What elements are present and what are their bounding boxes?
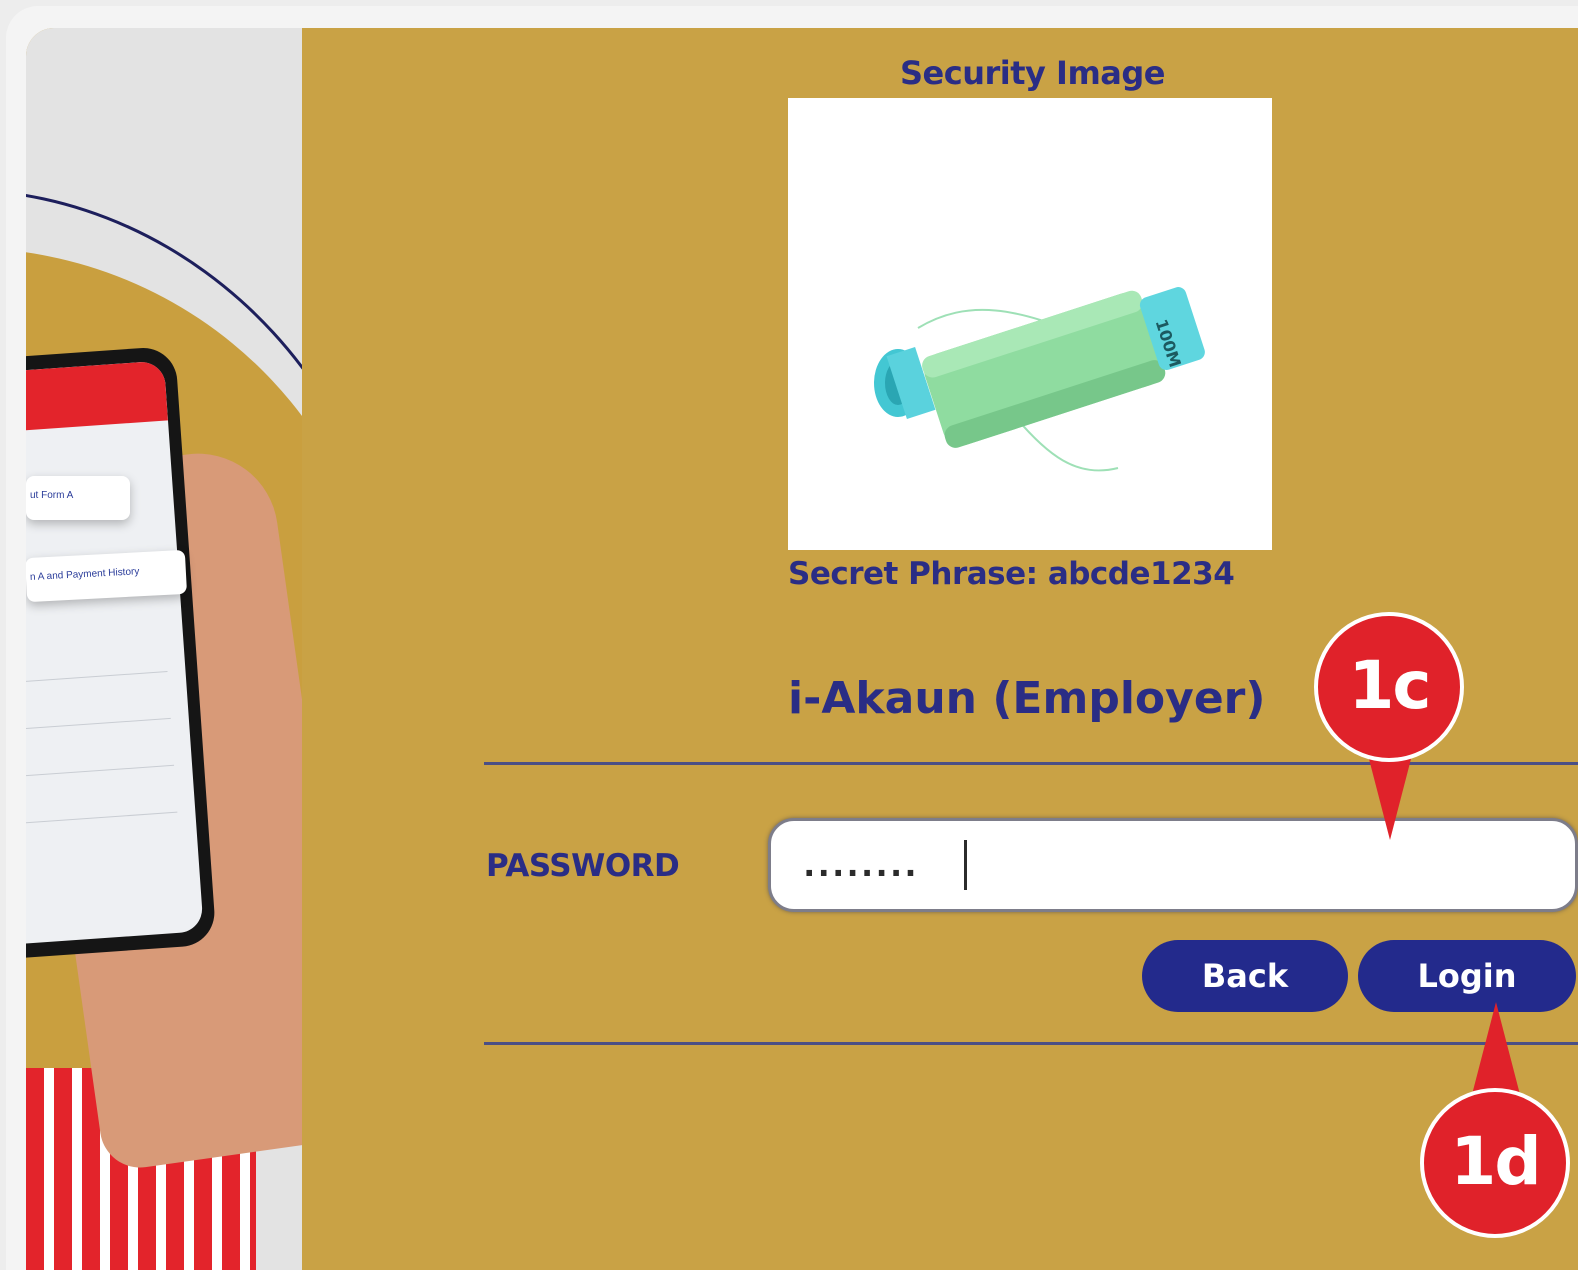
- phone-topbar: [26, 360, 168, 435]
- screenshot-frame: ut Form A n A and Payment History Securi…: [6, 6, 1578, 1270]
- phone-divider: [26, 717, 171, 731]
- phone-divider: [26, 671, 168, 684]
- security-image-title: Security Image: [900, 54, 1166, 92]
- login-card: ut Form A n A and Payment History Securi…: [26, 28, 1578, 1270]
- promo-panel: ut Form A n A and Payment History: [26, 28, 302, 1270]
- password-input[interactable]: [768, 818, 1578, 912]
- promo-chip: ut Form A: [26, 476, 130, 520]
- phone-divider: [26, 811, 178, 825]
- form-title: i-Akaun (Employer): [788, 673, 1266, 724]
- secret-phrase: Secret Phrase: abcde1234: [788, 556, 1235, 592]
- thread-spool-icon: 100M: [874, 287, 1205, 472]
- back-button[interactable]: Back: [1142, 940, 1348, 1012]
- phone-screen: [26, 360, 204, 946]
- pin-label: 1c: [1314, 612, 1464, 762]
- password-label: PASSWORD: [486, 848, 680, 884]
- security-image: 100M: [788, 98, 1272, 550]
- text-caret: [964, 840, 967, 890]
- phone-divider: [26, 764, 175, 778]
- divider-bottom: [484, 1042, 1578, 1045]
- promo-chip: n A and Payment History: [26, 549, 188, 603]
- pin-label: 1d: [1420, 1088, 1570, 1238]
